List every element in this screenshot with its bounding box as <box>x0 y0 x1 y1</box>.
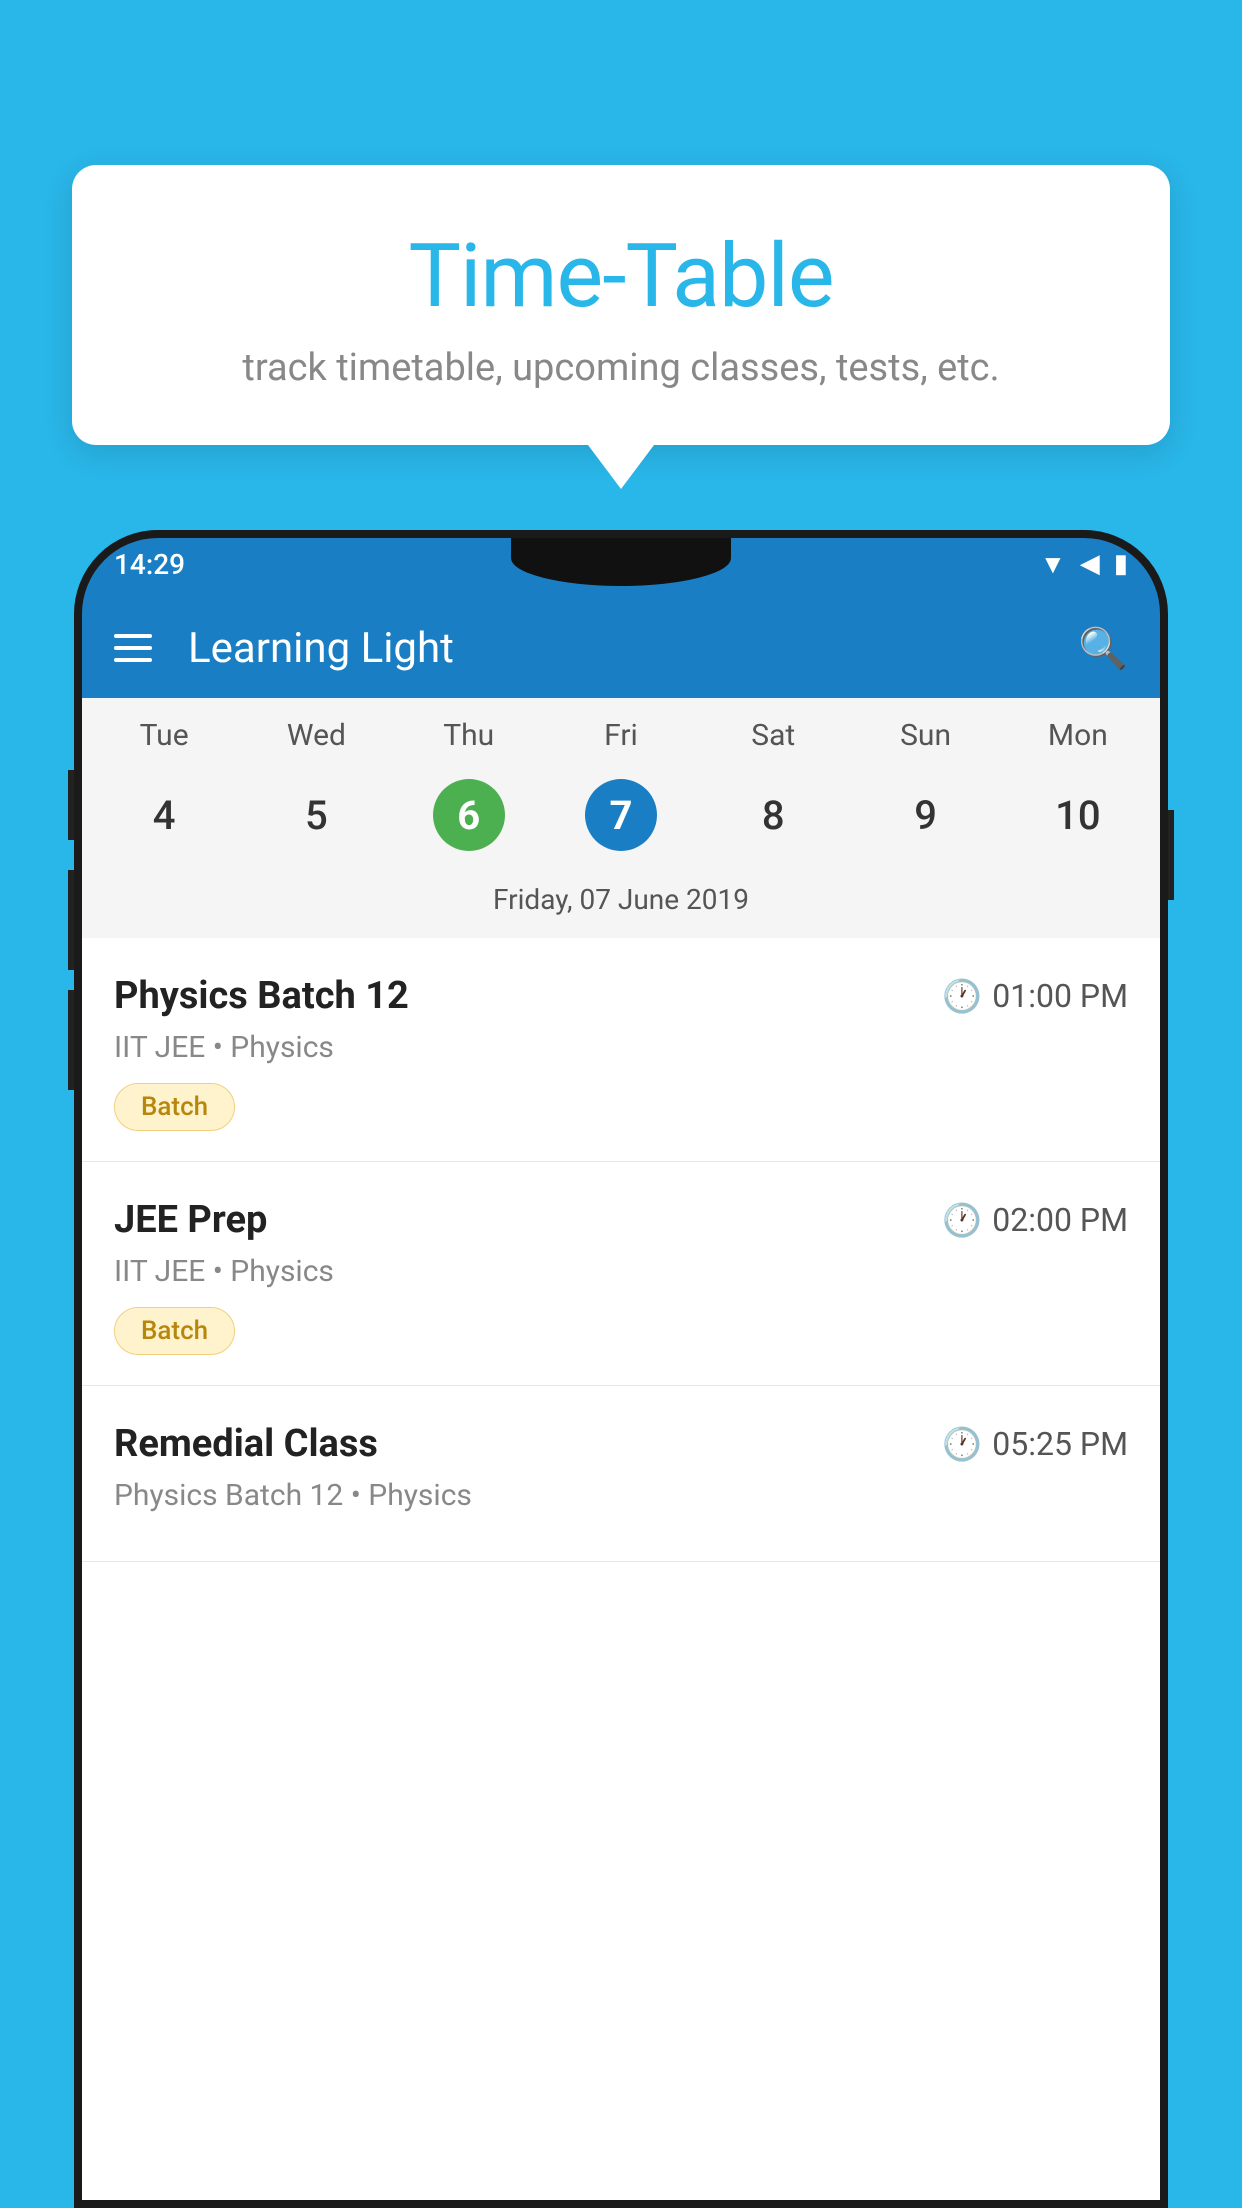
tooltip-card: Time-Table track timetable, upcoming cla… <box>72 165 1170 445</box>
date-4[interactable]: 4 <box>88 769 240 861</box>
clock-icon-3: 🕐 <box>942 1425 982 1463</box>
day-sun: Sun <box>849 718 1001 753</box>
app-bar: Learning Light 🔍 <box>78 598 1164 698</box>
time-value-2: 02:00 PM <box>992 1201 1128 1239</box>
day-wed: Wed <box>240 718 392 753</box>
signal-icon: ◀ <box>1080 549 1100 579</box>
clock-icon-2: 🕐 <box>942 1201 982 1239</box>
wifi-icon: ▼ <box>1040 549 1066 580</box>
status-time: 14:29 <box>114 548 185 581</box>
schedule-title-2: JEE Prep <box>114 1198 267 1242</box>
calendar-days-header: Tue Wed Thu Fri Sat Sun Mon <box>78 698 1164 761</box>
schedule-title-1: Physics Batch 12 <box>114 974 409 1018</box>
calendar-strip[interactable]: Tue Wed Thu Fri Sat Sun Mon 4 5 6 7 8 9 … <box>78 698 1164 938</box>
tooltip-subtitle: track timetable, upcoming classes, tests… <box>122 346 1120 390</box>
battery-icon: ▮ <box>1114 549 1128 579</box>
schedule-time-3: 🕐 05:25 PM <box>942 1425 1128 1463</box>
search-icon[interactable]: 🔍 <box>1078 625 1128 672</box>
phone-content: Tue Wed Thu Fri Sat Sun Mon 4 5 6 7 8 9 … <box>78 698 1164 2208</box>
time-value-3: 05:25 PM <box>992 1425 1128 1463</box>
date-5[interactable]: 5 <box>240 769 392 861</box>
clock-icon-1: 🕐 <box>942 977 982 1015</box>
schedule-time-2: 🕐 02:00 PM <box>942 1201 1128 1239</box>
batch-tag-2: Batch <box>114 1307 235 1355</box>
status-bar: 14:29 ▼ ◀ ▮ <box>78 530 1164 598</box>
phone-frame: 14:29 ▼ ◀ ▮ Learning Light 🔍 Tue Wed Thu… <box>78 530 1164 2208</box>
selected-date-label: Friday, 07 June 2019 <box>78 877 1164 938</box>
date-10[interactable]: 10 <box>1002 769 1154 861</box>
schedule-subtitle-1: IIT JEE • Physics <box>114 1030 1128 1065</box>
day-tue: Tue <box>88 718 240 753</box>
day-sat: Sat <box>697 718 849 753</box>
calendar-dates[interactable]: 4 5 6 7 8 9 10 <box>78 761 1164 877</box>
date-8[interactable]: 8 <box>697 769 849 861</box>
schedule-title-3: Remedial Class <box>114 1422 378 1466</box>
batch-tag-1: Batch <box>114 1083 235 1131</box>
date-9[interactable]: 9 <box>849 769 1001 861</box>
day-thu: Thu <box>393 718 545 753</box>
schedule-subtitle-3: Physics Batch 12 • Physics <box>114 1478 1128 1513</box>
day-fri: Fri <box>545 718 697 753</box>
schedule-time-1: 🕐 01:00 PM <box>942 977 1128 1015</box>
app-title: Learning Light <box>188 624 1042 673</box>
schedule-item-remedial[interactable]: Remedial Class 🕐 05:25 PM Physics Batch … <box>78 1386 1164 1562</box>
schedule-item-header-3: Remedial Class 🕐 05:25 PM <box>114 1422 1128 1466</box>
date-7[interactable]: 7 <box>545 769 697 861</box>
day-mon: Mon <box>1002 718 1154 753</box>
schedule-list: Physics Batch 12 🕐 01:00 PM IIT JEE • Ph… <box>78 938 1164 1562</box>
time-value-1: 01:00 PM <box>992 977 1128 1015</box>
schedule-item-jee-prep[interactable]: JEE Prep 🕐 02:00 PM IIT JEE • Physics Ba… <box>78 1162 1164 1386</box>
date-6[interactable]: 6 <box>393 769 545 861</box>
schedule-item-header-2: JEE Prep 🕐 02:00 PM <box>114 1198 1128 1242</box>
schedule-item-header-1: Physics Batch 12 🕐 01:00 PM <box>114 974 1128 1018</box>
schedule-item-physics-batch[interactable]: Physics Batch 12 🕐 01:00 PM IIT JEE • Ph… <box>78 938 1164 1162</box>
status-icons: ▼ ◀ ▮ <box>1040 549 1128 580</box>
schedule-subtitle-2: IIT JEE • Physics <box>114 1254 1128 1289</box>
tooltip-title: Time-Table <box>122 225 1120 328</box>
menu-button[interactable] <box>114 634 152 662</box>
